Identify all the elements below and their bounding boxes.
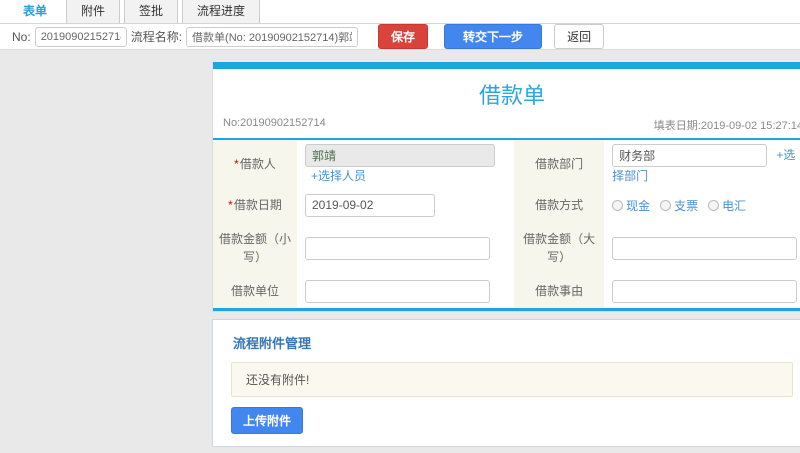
unit-input[interactable] (305, 279, 490, 303)
tab-bar: 表单 附件 签批 流程进度 (0, 0, 800, 24)
department-label: 借款部门 (514, 140, 605, 188)
amount-lower-label: 借款金额（小写） (213, 222, 297, 274)
loan-date-input[interactable] (305, 193, 435, 217)
method-radio-group: 现金 支票 电汇 (612, 197, 800, 214)
action-bar: No: 流程名称: 保存 转交下一步 返回 (0, 24, 800, 50)
table-row: 借款金额（小写） 借款金额（大写） (213, 222, 800, 274)
loan-form-panel: 借款单 No:20190902152714 填表日期:2019-09-02 15… (212, 62, 800, 312)
attachments-panel: 流程附件管理 还没有附件! 上传附件 (212, 319, 800, 447)
loan-date-label: *借款日期 (213, 188, 297, 222)
method-label: 借款方式 (514, 188, 605, 222)
table-row: *借款日期 借款方式 现金 支票 电汇 (213, 188, 800, 222)
radio-icon (660, 199, 672, 211)
attachments-heading: 流程附件管理 (233, 336, 312, 351)
next-step-button[interactable]: 转交下一步 (444, 24, 543, 49)
amount-lower-input[interactable] (305, 236, 490, 260)
back-button[interactable]: 返回 (554, 24, 605, 49)
tab-attachments[interactable]: 附件 (66, 0, 121, 23)
tab-form[interactable]: 表单 (8, 0, 63, 23)
flow-name-label: 流程名称: (130, 30, 183, 44)
amount-upper-label: 借款金额（大写） (514, 222, 605, 274)
amount-upper-input[interactable] (612, 236, 798, 260)
table-row: *借款人 +选择人员 借款部门 +选择部门 (213, 140, 800, 188)
borrower-label: *借款人 (213, 140, 297, 188)
radio-icon (708, 199, 720, 211)
no-attachments-alert: 还没有附件! (231, 362, 793, 397)
tab-approval[interactable]: 签批 (124, 0, 179, 23)
divider-line-bottom (213, 308, 800, 311)
save-button[interactable]: 保存 (378, 24, 429, 49)
unit-label: 借款单位 (213, 274, 297, 308)
table-row: 借款单位 借款事由 (213, 274, 800, 308)
borrower-input[interactable] (305, 144, 495, 167)
no-label: No: (12, 29, 31, 44)
radio-cash[interactable]: 现金 (612, 197, 650, 214)
select-person-link[interactable]: +选择人员 (311, 169, 366, 183)
radio-cheque[interactable]: 支票 (660, 197, 698, 214)
upload-attachment-button[interactable]: 上传附件 (231, 407, 304, 434)
reason-label: 借款事由 (514, 274, 605, 308)
reason-input[interactable] (612, 279, 798, 303)
panel-accent-bar (213, 62, 800, 69)
radio-wire[interactable]: 电汇 (708, 197, 746, 214)
page-area: 借款单 No:20190902152714 填表日期:2019-09-02 15… (0, 50, 800, 453)
screen: 表单 附件 签批 流程进度 No: 流程名称: 保存 转交下一步 返回 借款单 … (0, 0, 800, 453)
form-no-text: No:20190902152714 (223, 117, 326, 129)
form-meta-row: No:20190902152714 填表日期:2019-09-02 15:27:… (213, 114, 800, 138)
no-input[interactable] (34, 26, 127, 47)
department-input[interactable] (612, 144, 768, 167)
form-title: 借款单 (478, 83, 545, 108)
form-date-text: 填表日期:2019-09-02 15:27:14 (653, 120, 800, 132)
tab-progress[interactable]: 流程进度 (182, 0, 261, 23)
flow-name-input[interactable] (186, 26, 359, 47)
loan-form-table: *借款人 +选择人员 借款部门 +选择部门 *借款日期 借款方式 (213, 140, 800, 308)
radio-icon (612, 199, 624, 211)
